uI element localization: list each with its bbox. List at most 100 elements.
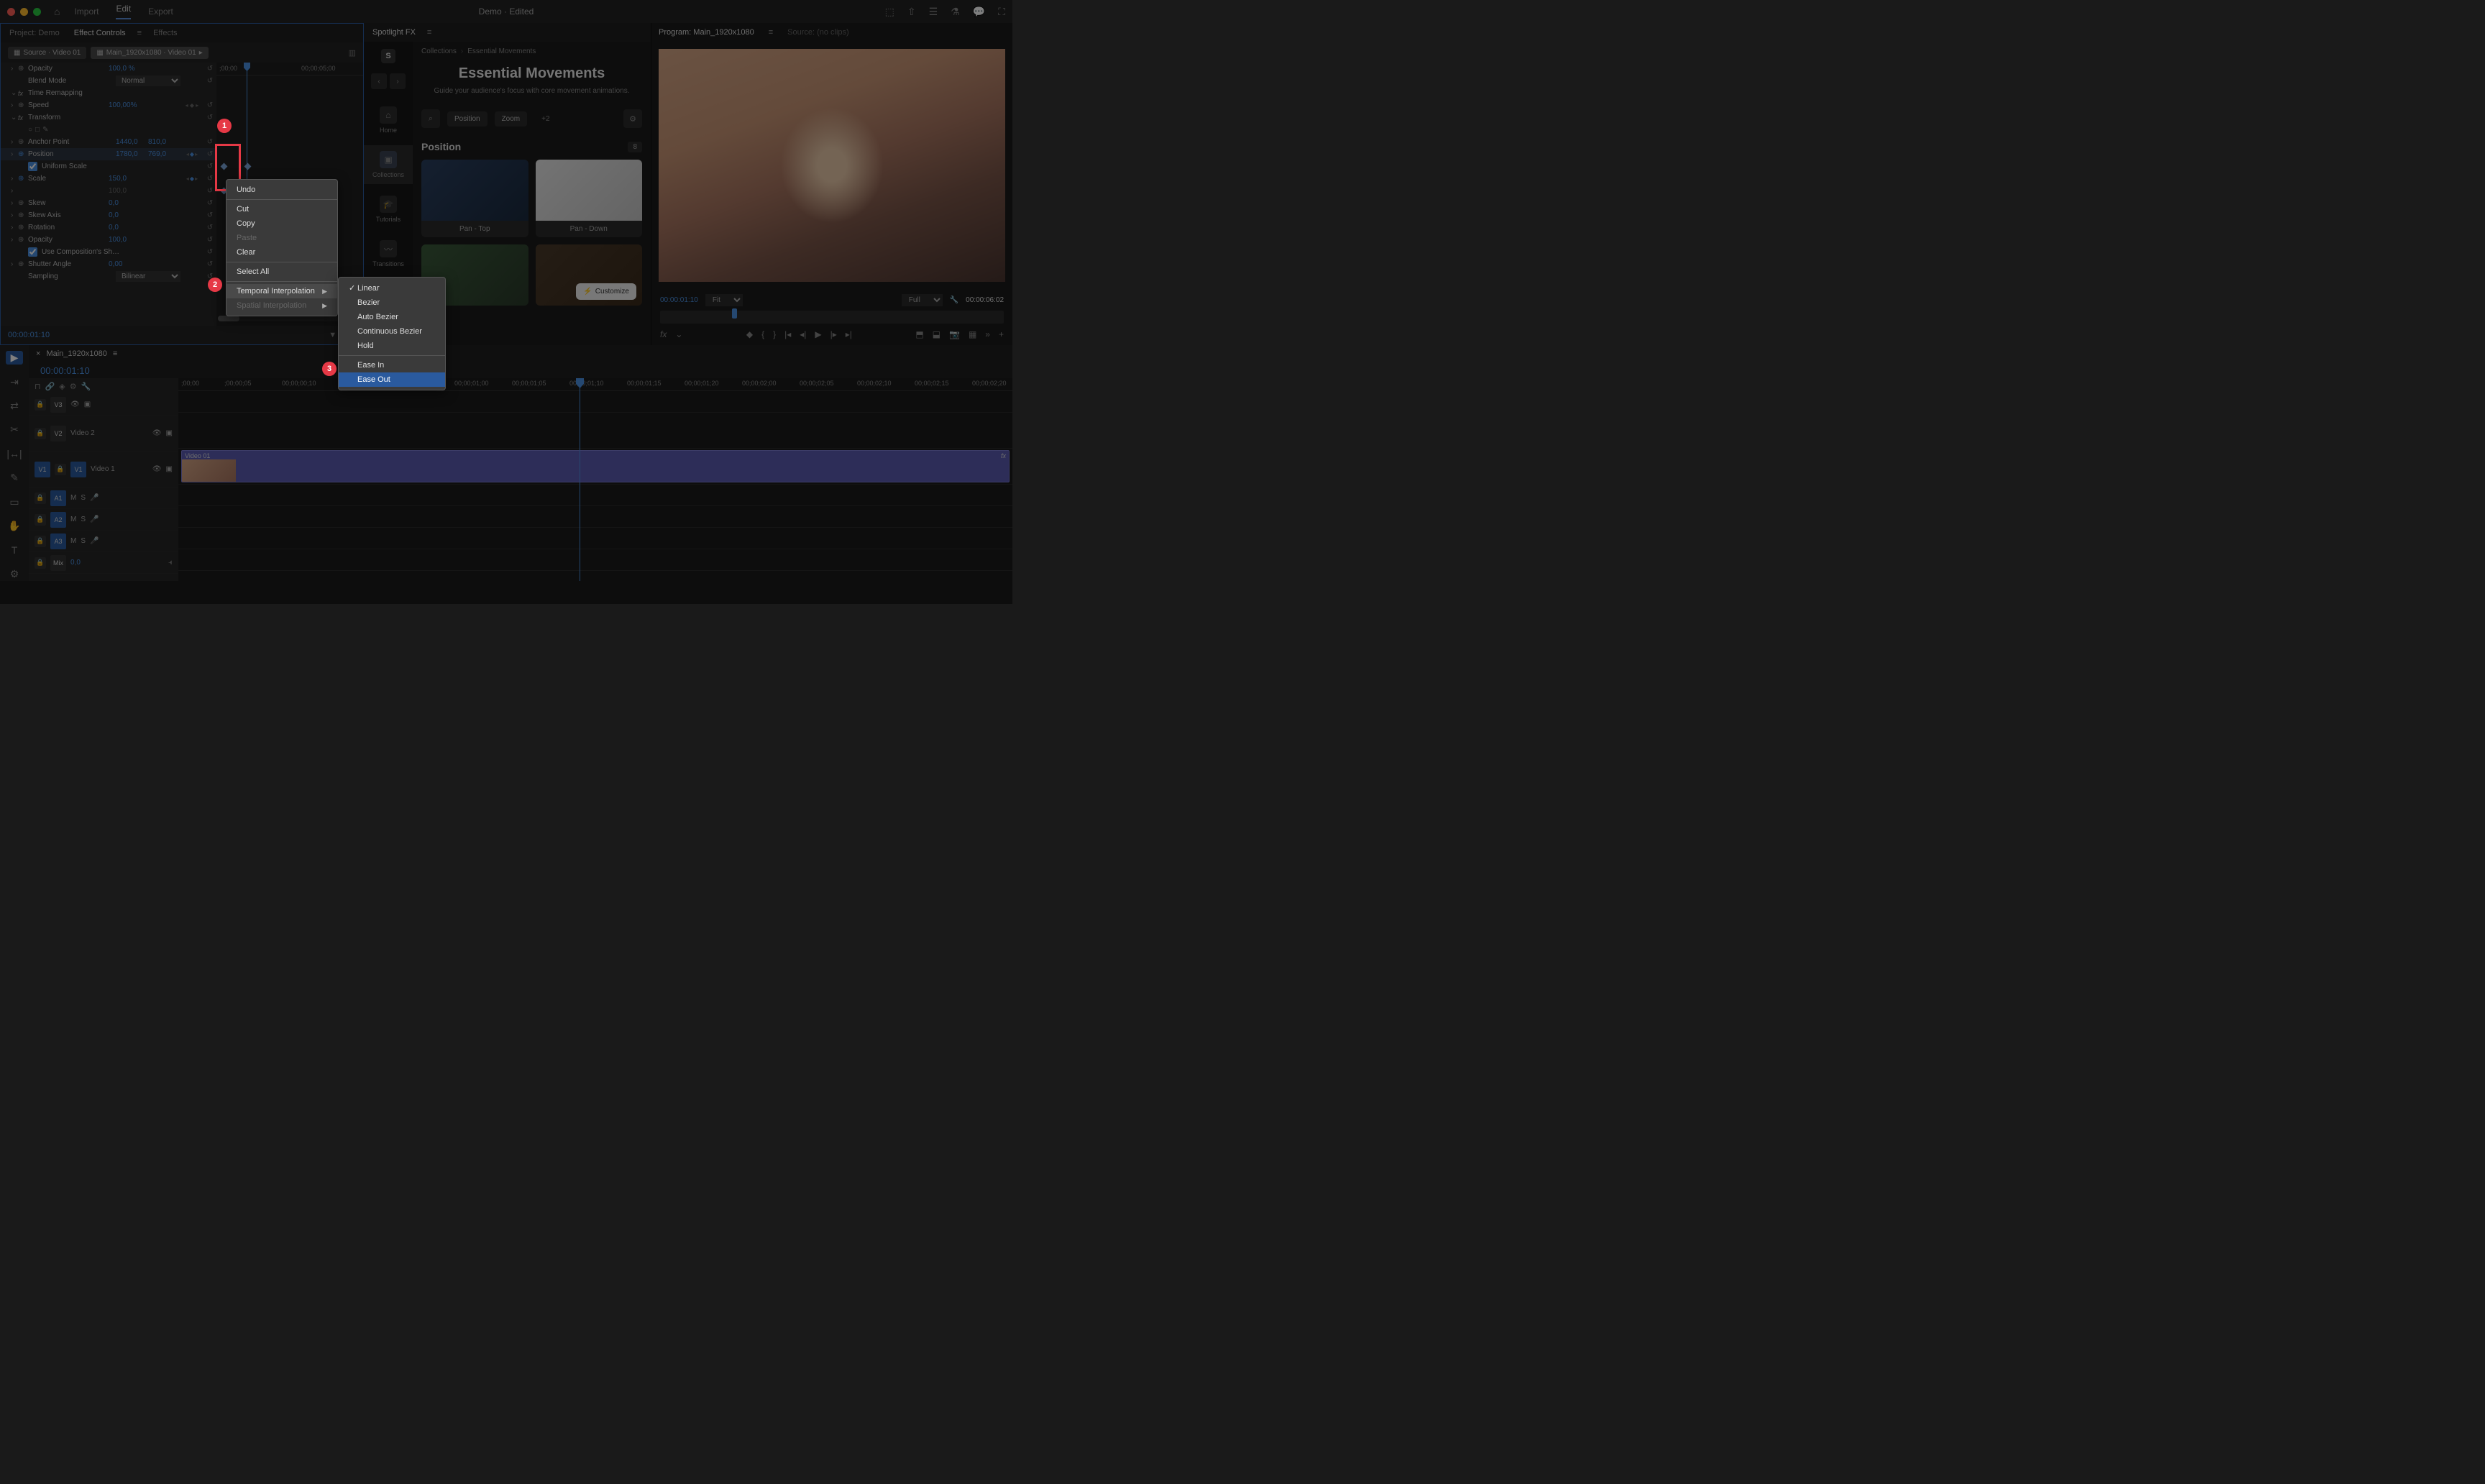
track-a2[interactable]: 🔒A2MS🎤: [29, 509, 178, 531]
ctx-select-all[interactable]: Select All: [226, 265, 337, 279]
lane-a3[interactable]: [178, 528, 1012, 549]
wrench-icon[interactable]: 🔧: [81, 382, 91, 391]
filter-more[interactable]: +2: [534, 111, 557, 127]
prop-shutter[interactable]: Shutter Angle: [28, 260, 109, 268]
panel-menu-icon[interactable]: ≡: [137, 29, 142, 37]
track-v1[interactable]: V1🔒V1Video 1👁▣: [29, 452, 178, 487]
filter-icon[interactable]: ▼: [329, 331, 337, 340]
tab-spotlight[interactable]: Spotlight FX: [370, 24, 418, 40]
panel-menu-icon[interactable]: ≡: [769, 28, 773, 37]
more-icon[interactable]: »: [985, 329, 990, 339]
scale-value[interactable]: 150,0: [109, 175, 180, 183]
timeline-tab[interactable]: Main_1920x1080: [46, 349, 106, 358]
prop-position[interactable]: Position: [28, 150, 116, 158]
use-comp-checkbox[interactable]: [28, 247, 37, 257]
tab-project[interactable]: Project: Demo: [6, 25, 63, 41]
skew-value[interactable]: 0,0: [109, 199, 180, 207]
toggle-timeline-icon[interactable]: ▥: [349, 48, 356, 58]
mark-in-icon[interactable]: {: [761, 329, 764, 339]
preset-pan-down[interactable]: Pan - Down: [536, 160, 643, 237]
source-chip-1[interactable]: ▦ Source · Video 01: [8, 47, 86, 59]
ripple-tool-icon[interactable]: ⇄: [6, 399, 23, 413]
ctx-copy[interactable]: Copy: [226, 216, 337, 231]
side-tutorials[interactable]: 🎓Tutorials: [364, 190, 413, 229]
side-transitions[interactable]: 〰Transitions: [364, 234, 413, 273]
panel-menu-icon[interactable]: ≡: [113, 349, 117, 358]
prop-time-remapping[interactable]: Time Remapping: [28, 89, 216, 97]
keyframe-position-2[interactable]: [244, 163, 252, 170]
export-frame-icon[interactable]: 📷: [949, 329, 960, 339]
fullscreen-icon[interactable]: ⛶: [998, 6, 1005, 18]
tab-source[interactable]: Source: (no clips): [787, 28, 849, 37]
prop-skew-axis[interactable]: Skew Axis: [28, 211, 109, 219]
clip-video-01[interactable]: Video 01 fx: [181, 450, 1010, 482]
monitor-scrubber[interactable]: [660, 311, 1004, 324]
rotation-value[interactable]: 0,0: [109, 224, 180, 232]
ctx-cut[interactable]: Cut: [226, 202, 337, 216]
zoom-select[interactable]: Fit: [705, 294, 743, 306]
search-icon[interactable]: ⌕: [421, 109, 440, 128]
preset-pan-top[interactable]: Pan - Top: [421, 160, 528, 237]
go-to-in-icon[interactable]: |◂: [784, 329, 791, 339]
maximize-window-icon[interactable]: [33, 8, 41, 16]
settings-icon[interactable]: ⚙: [70, 382, 77, 391]
tab-program[interactable]: Program: Main_1920x1080: [659, 28, 754, 37]
ctx-ease-out[interactable]: Ease Out: [339, 372, 445, 387]
opacity2-value[interactable]: 100,0: [109, 236, 180, 244]
pos-x[interactable]: 1780,0: [116, 150, 148, 158]
filter-toggle-icon[interactable]: ⚙: [623, 109, 642, 128]
selection-tool-icon[interactable]: ▶: [6, 351, 23, 365]
close-window-icon[interactable]: [7, 8, 15, 16]
anchor-x[interactable]: 1440,0: [116, 138, 148, 146]
track-mix[interactable]: 🔒Mix0,0⫣: [29, 552, 178, 574]
pos-y[interactable]: 769,0: [148, 150, 180, 158]
tab-effects[interactable]: Effects: [150, 25, 180, 41]
lane-v1[interactable]: Video 01 fx: [178, 449, 1012, 485]
step-forward-icon[interactable]: |▸: [830, 329, 837, 339]
nav-back-icon[interactable]: ‹: [371, 73, 387, 89]
close-tab-icon[interactable]: ×: [36, 349, 40, 358]
shutter-value[interactable]: 0,00: [109, 260, 180, 268]
source-chip-2[interactable]: ▦ Main_1920x1080 · Video 01 ▸: [91, 47, 208, 59]
ctx-bezier[interactable]: Bezier: [339, 296, 445, 310]
linked-icon[interactable]: 🔗: [45, 382, 55, 391]
blend-mode-select[interactable]: Normal: [116, 75, 180, 86]
lift-icon[interactable]: ⬒: [915, 329, 923, 339]
sampling-select[interactable]: Bilinear: [116, 271, 180, 282]
timeline-tracks[interactable]: ;00;00 ;00;00;05 00;00;00;10 00;00;00;15…: [178, 378, 1012, 581]
home-icon[interactable]: ⌂: [54, 6, 60, 17]
ec-ruler[interactable]: ;00;00 00;00;05;00: [216, 63, 363, 75]
opacity-value[interactable]: 100,0 %: [109, 65, 180, 73]
preset-card-4[interactable]: ⚡ Customize: [536, 244, 643, 306]
razor-tool-icon[interactable]: ✂: [6, 423, 23, 436]
menu-export[interactable]: Export: [148, 6, 173, 17]
extract-icon[interactable]: ⬓: [933, 329, 941, 339]
prop-anchor[interactable]: Anchor Point: [28, 138, 116, 146]
side-collections[interactable]: ▣Collections: [364, 145, 413, 184]
panel-menu-icon[interactable]: ≡: [427, 28, 431, 37]
ctx-auto-bezier[interactable]: Auto Bezier: [339, 310, 445, 324]
minimize-window-icon[interactable]: [20, 8, 28, 16]
menu-edit[interactable]: Edit: [116, 4, 131, 19]
lane-v2[interactable]: [178, 413, 1012, 449]
slip-tool-icon[interactable]: |↔|: [6, 447, 23, 461]
track-v3[interactable]: 🔒V3👁▣: [29, 394, 178, 416]
ctx-temporal[interactable]: Temporal Interpolation▶: [226, 284, 337, 298]
prop-opacity-2[interactable]: Opacity: [28, 236, 109, 244]
ctx-ease-in[interactable]: Ease In: [339, 358, 445, 372]
snap-icon[interactable]: ⊓: [35, 382, 41, 391]
ctx-hold[interactable]: Hold: [339, 339, 445, 353]
side-home[interactable]: ⌂Home: [364, 101, 413, 139]
play-button-icon[interactable]: ▶: [815, 329, 821, 339]
ctx-linear[interactable]: ✓Linear: [339, 280, 445, 296]
lane-mix[interactable]: [178, 549, 1012, 571]
filter-position[interactable]: Position: [447, 111, 488, 127]
quick-export-icon[interactable]: ⬚: [885, 6, 894, 18]
timeline-timecode[interactable]: 00:00:01:10: [40, 365, 90, 376]
nav-fwd-icon[interactable]: ›: [390, 73, 406, 89]
track-a3[interactable]: 🔒A3MS🎤: [29, 531, 178, 552]
anchor-y[interactable]: 810,0: [148, 138, 180, 146]
workspace-icon[interactable]: ☰: [929, 6, 938, 18]
wrench-icon[interactable]: 🔧: [950, 296, 958, 304]
track-v2[interactable]: 🔒V2Video 2👁▣: [29, 416, 178, 452]
